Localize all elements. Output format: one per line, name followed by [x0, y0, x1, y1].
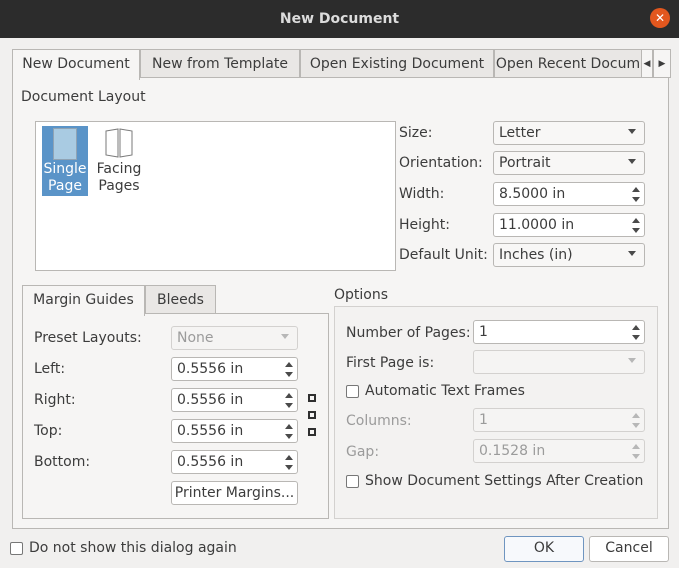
- size-label: Size:: [399, 125, 433, 141]
- width-value: 8.5000 in: [499, 186, 566, 202]
- right-margin-label: Right:: [34, 392, 76, 408]
- right-margin-spinbox[interactable]: 0.5556 in: [171, 388, 298, 412]
- spin-arrows-icon[interactable]: [632, 324, 640, 341]
- cancel-label: Cancel: [605, 540, 653, 556]
- top-margin-value: 0.5556 in: [177, 423, 244, 439]
- facing-pages-icon: [105, 128, 133, 158]
- number-of-pages-label: Number of Pages:: [346, 325, 471, 341]
- bottom-margin-label: Bottom:: [34, 454, 91, 470]
- right-margin-value: 0.5556 in: [177, 392, 244, 408]
- tab-open-recent-document[interactable]: Open Recent Docum: [494, 49, 642, 77]
- spin-arrows-icon: [632, 443, 640, 460]
- orientation-label: Orientation:: [399, 155, 483, 171]
- close-button[interactable]: ✕: [650, 8, 670, 28]
- spin-arrows-icon[interactable]: [632, 217, 640, 234]
- show-settings-label[interactable]: Show Document Settings After Creation: [365, 473, 643, 489]
- columns-spinbox: 1: [473, 408, 645, 432]
- chevron-left-icon: ◀: [643, 59, 651, 69]
- tab-bleeds[interactable]: Bleeds: [145, 285, 216, 313]
- columns-value: 1: [479, 412, 488, 428]
- spin-arrows-icon[interactable]: [285, 454, 293, 471]
- chevron-right-icon: ▶: [658, 59, 666, 69]
- bottom-margin-spinbox[interactable]: 0.5556 in: [171, 450, 298, 474]
- top-margin-spinbox[interactable]: 0.5556 in: [171, 419, 298, 443]
- ok-label: OK: [533, 540, 555, 556]
- width-spinbox[interactable]: 8.5000 in: [493, 182, 645, 206]
- layout-facing-pages-label: Facing Pages: [96, 161, 142, 194]
- spin-arrows-icon: [632, 412, 640, 429]
- options-heading: Options: [334, 287, 389, 303]
- single-page-icon: [53, 128, 77, 160]
- spin-arrows-icon[interactable]: [285, 423, 293, 440]
- tab-scroll-right-button[interactable]: ▶: [653, 49, 671, 78]
- left-margin-value: 0.5556 in: [177, 361, 244, 377]
- gap-value: 0.1528 in: [479, 443, 546, 459]
- height-spinbox[interactable]: 11.0000 in: [493, 213, 645, 237]
- height-label: Height:: [399, 217, 450, 233]
- preset-layouts-value: None: [177, 330, 214, 346]
- margin-tab-bar: Margin Guides Bleeds: [22, 285, 322, 316]
- layout-facing-pages[interactable]: Facing Pages: [94, 126, 144, 196]
- do-not-show-label[interactable]: Do not show this dialog again: [29, 540, 237, 556]
- number-of-pages-value: 1: [479, 324, 488, 340]
- chain-link-icon[interactable]: [308, 394, 316, 436]
- number-of-pages-spinbox[interactable]: 1: [473, 320, 645, 344]
- document-layout-list: Single Page Facing Pages: [35, 121, 396, 271]
- default-unit-select[interactable]: Inches (in): [493, 243, 645, 267]
- document-layout-heading: Document Layout: [21, 89, 146, 105]
- options-panel: Number of Pages: 1 First Page is: Automa…: [334, 306, 658, 519]
- preset-layouts-label: Preset Layouts:: [34, 330, 142, 346]
- show-settings-checkbox[interactable]: [346, 475, 359, 488]
- default-unit-value: Inches (in): [499, 247, 573, 263]
- close-icon: ✕: [654, 11, 666, 25]
- gap-spinbox: 0.1528 in: [473, 439, 645, 463]
- tab-scroll-left-button[interactable]: ◀: [641, 49, 653, 78]
- do-not-show-checkbox[interactable]: [10, 542, 23, 555]
- automatic-text-frames-checkbox[interactable]: [346, 385, 359, 398]
- printer-margins-button[interactable]: Printer Margins...: [171, 481, 298, 505]
- preset-layouts-select: None: [171, 326, 298, 350]
- size-select[interactable]: Letter: [493, 121, 645, 145]
- width-label: Width:: [399, 186, 445, 202]
- layout-single-page[interactable]: Single Page: [42, 126, 88, 196]
- default-unit-label: Default Unit:: [399, 247, 488, 263]
- first-page-label: First Page is:: [346, 355, 435, 371]
- left-margin-spinbox[interactable]: 0.5556 in: [171, 357, 298, 381]
- cancel-button[interactable]: Cancel: [589, 536, 669, 562]
- tab-new-from-template[interactable]: New from Template: [140, 49, 300, 77]
- layout-single-page-label: Single Page: [43, 161, 87, 194]
- chevron-down-icon: [628, 129, 636, 134]
- chevron-down-icon: [281, 334, 289, 339]
- orientation-value: Portrait: [499, 155, 551, 171]
- bottom-margin-value: 0.5556 in: [177, 454, 244, 470]
- spin-arrows-icon[interactable]: [285, 361, 293, 378]
- chevron-down-icon: [628, 159, 636, 164]
- printer-margins-label: Printer Margins...: [174, 485, 295, 501]
- gap-label: Gap:: [346, 444, 380, 460]
- tab-bar: New Document New from Template Open Exis…: [12, 49, 671, 80]
- chevron-down-icon: [628, 358, 636, 363]
- spin-arrows-icon[interactable]: [632, 186, 640, 203]
- title-bar: New Document ✕: [0, 0, 679, 38]
- tab-new-document[interactable]: New Document: [12, 49, 140, 80]
- margin-guides-panel: Preset Layouts: None Left: 0.5556 in Rig…: [22, 313, 329, 519]
- new-document-panel: Document Layout Single Page Facing Pages…: [12, 77, 669, 529]
- automatic-text-frames-label[interactable]: Automatic Text Frames: [365, 383, 525, 399]
- columns-label: Columns:: [346, 413, 412, 429]
- top-margin-label: Top:: [34, 423, 63, 439]
- height-value: 11.0000 in: [499, 217, 575, 233]
- window-title: New Document: [279, 11, 400, 27]
- spin-arrows-icon[interactable]: [285, 392, 293, 409]
- first-page-select: [473, 350, 645, 374]
- tab-open-existing-document[interactable]: Open Existing Document: [300, 49, 494, 77]
- ok-button[interactable]: OK: [504, 536, 584, 562]
- size-value: Letter: [499, 125, 541, 141]
- chevron-down-icon: [628, 251, 636, 256]
- tab-margin-guides[interactable]: Margin Guides: [22, 285, 145, 316]
- left-margin-label: Left:: [34, 361, 66, 377]
- orientation-select[interactable]: Portrait: [493, 151, 645, 175]
